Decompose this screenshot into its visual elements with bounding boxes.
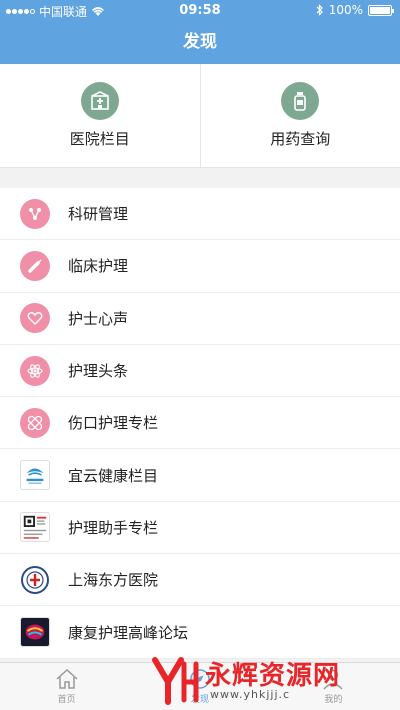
list-item-shanghai-east-hospital[interactable]: 上海东方医院 (0, 554, 400, 607)
list-item-nurse-voice[interactable]: 护士心声 (0, 293, 400, 345)
nav-bar: 发现 (0, 20, 400, 64)
list-item-rehab-forum[interactable]: 康复护理高峰论坛 (0, 606, 400, 659)
discover-list: 科研管理 临床护理 护士心声 护理头条 伤口护理专栏 宜云健康栏目 护理助手专栏… (0, 188, 400, 659)
page-title: 发现 (183, 32, 217, 52)
quick-action-label: 医院栏目 (69, 130, 130, 148)
profile-icon (323, 669, 343, 690)
list-item-clinical[interactable]: 临床护理 (0, 240, 400, 293)
syringe-icon (20, 250, 50, 281)
list-item-label: 护理头条 (68, 362, 129, 381)
bandage-icon (20, 407, 50, 438)
list-item-nursing-assistant[interactable]: 护理助手专栏 (0, 502, 400, 555)
list-item-label: 临床护理 (68, 257, 129, 276)
list-item-research[interactable]: 科研管理 (0, 188, 400, 241)
list-item-headlines[interactable]: 护理头条 (0, 345, 400, 398)
quick-action-medicine[interactable]: 用药查询 (199, 64, 400, 167)
battery-icon (368, 4, 394, 16)
list-item-yiyun-health[interactable]: 宜云健康栏目 (0, 449, 400, 502)
list-item-label: 科研管理 (68, 205, 129, 224)
status-right-group: 100% (316, 3, 394, 17)
tab-discover[interactable]: 发现 (133, 663, 266, 710)
quick-action-hospital[interactable]: 医院栏目 (0, 64, 200, 167)
list-item-label: 宜云健康栏目 (68, 466, 159, 485)
medicine-bottle-icon (281, 82, 320, 120)
hospital-icon (80, 82, 119, 120)
atom-icon (20, 355, 50, 386)
home-icon (56, 668, 78, 689)
brain-thumbnail (20, 617, 50, 648)
tab-profile[interactable]: 我的 (267, 663, 400, 710)
molecule-icon (20, 198, 50, 229)
qr-thumbnail (20, 512, 50, 543)
tab-label: 我的 (324, 695, 343, 705)
quick-action-label: 用药查询 (270, 130, 331, 148)
tab-bar: 首页 发现 我的 (0, 662, 400, 710)
tab-home[interactable]: 首页 (0, 663, 133, 710)
bluetooth-icon (316, 4, 323, 16)
discover-icon (190, 669, 210, 689)
battery-percent: 100% (328, 3, 363, 17)
status-bar: 中国联通 09:58 100% (0, 0, 400, 20)
tab-label: 发现 (190, 695, 209, 705)
yiyun-logo (20, 460, 50, 491)
quick-actions: 医院栏目 用药查询 (0, 64, 400, 168)
list-item-label: 上海东方医院 (68, 571, 159, 590)
heart-icon (20, 303, 50, 334)
list-item-label: 护士心声 (68, 309, 129, 328)
tab-label: 首页 (57, 695, 76, 705)
list-item-wound-care[interactable]: 伤口护理专栏 (0, 397, 400, 450)
list-item-label: 伤口护理专栏 (68, 414, 159, 433)
list-item-label: 护理助手专栏 (68, 518, 159, 537)
list-item-label: 康复护理高峰论坛 (68, 623, 189, 642)
hospital-emblem (20, 565, 50, 595)
